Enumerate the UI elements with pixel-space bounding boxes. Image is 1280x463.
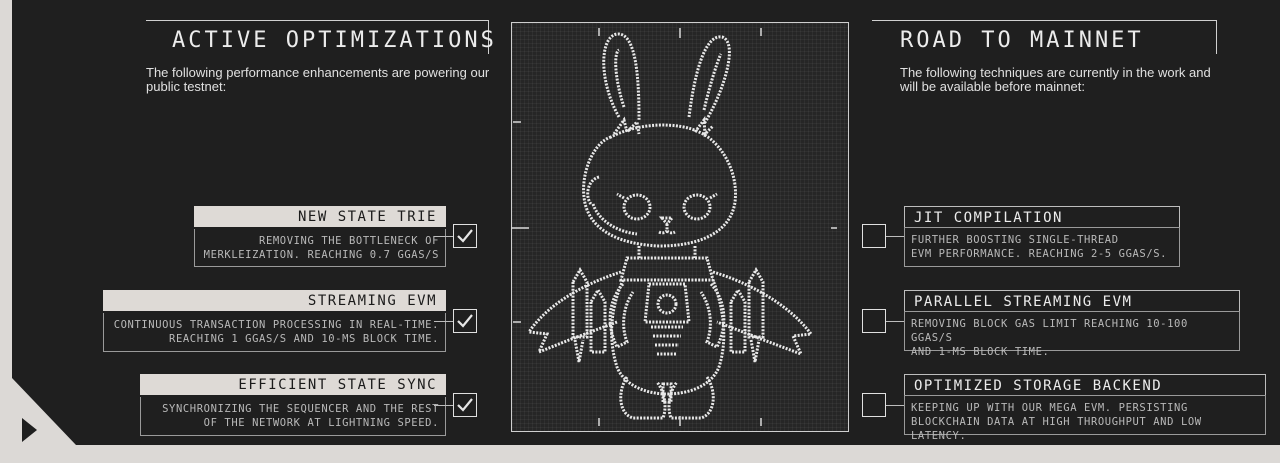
play-arrow-icon[interactable] bbox=[22, 418, 37, 442]
card-connector bbox=[886, 321, 904, 322]
roadmap-card-jit-compilation: JIT COMPILATION FURTHER BOOSTING SINGLE-… bbox=[904, 206, 1180, 268]
card-title: EFFICIENT STATE SYNC bbox=[140, 374, 446, 395]
left-panel-title: ACTIVE OPTIMIZATIONS bbox=[146, 20, 494, 54]
check-icon bbox=[457, 398, 473, 412]
checkbox-jit-compilation[interactable] bbox=[862, 224, 886, 248]
checkbox-streaming-evm[interactable] bbox=[453, 309, 477, 333]
card-connector bbox=[434, 236, 454, 237]
right-panel-title: ROAD TO MAINNET bbox=[872, 20, 1217, 54]
optimization-card-efficient-state-sync: EFFICIENT STATE SYNC SYNCHRONIZING THE S… bbox=[140, 374, 446, 436]
optimization-card-streaming-evm: STREAMING EVM CONTINUOUS TRANSACTION PRO… bbox=[103, 290, 446, 352]
checkbox-optimized-storage-backend[interactable] bbox=[862, 393, 886, 417]
checkbox-efficient-state-sync[interactable] bbox=[453, 393, 477, 417]
card-description: KEEPING UP WITH OUR MEGA EVM. PERSISTING… bbox=[904, 395, 1266, 442]
card-connector bbox=[886, 236, 904, 237]
right-panel-intro: The following techniques are currently i… bbox=[900, 65, 1211, 94]
optimization-card-new-state-trie: NEW STATE TRIE REMOVING THE BOTTLENECK O… bbox=[182, 206, 446, 268]
card-title: OPTIMIZED STORAGE BACKEND bbox=[904, 374, 1266, 395]
checkbox-new-state-trie[interactable] bbox=[453, 224, 477, 248]
left-panel-intro: The following performance enhancements a… bbox=[146, 65, 490, 94]
roadmap-card-parallel-streaming-evm: PARALLEL STREAMING EVM REMOVING BLOCK GA… bbox=[904, 290, 1240, 358]
card-title: NEW STATE TRIE bbox=[194, 206, 446, 227]
card-connector bbox=[434, 405, 454, 406]
card-connector bbox=[886, 405, 904, 406]
card-title: JIT COMPILATION bbox=[904, 206, 1180, 227]
check-icon bbox=[457, 314, 473, 328]
card-description: FURTHER BOOSTING SINGLE-THREAD EVM PERFO… bbox=[904, 227, 1180, 267]
card-description: CONTINUOUS TRANSACTION PROCESSING IN REA… bbox=[103, 313, 446, 352]
roadmap-card-optimized-storage-backend: OPTIMIZED STORAGE BACKEND KEEPING UP WIT… bbox=[904, 374, 1266, 442]
card-description: REMOVING BLOCK GAS LIMIT REACHING 10-100… bbox=[904, 311, 1240, 358]
bunny-mascot-illustration bbox=[511, 28, 837, 426]
card-description: SYNCHRONIZING THE SEQUENCER AND THE REST… bbox=[140, 397, 446, 436]
card-title: PARALLEL STREAMING EVM bbox=[904, 290, 1240, 311]
card-description: REMOVING THE BOTTLENECK OF MERKLEIZATION… bbox=[194, 229, 446, 267]
card-title: STREAMING EVM bbox=[103, 290, 446, 311]
check-icon bbox=[457, 229, 473, 243]
card-connector bbox=[434, 321, 454, 322]
checkbox-parallel-streaming-evm[interactable] bbox=[862, 309, 886, 333]
page: ACTIVE OPTIMIZATIONS The following perfo… bbox=[12, 0, 1280, 445]
